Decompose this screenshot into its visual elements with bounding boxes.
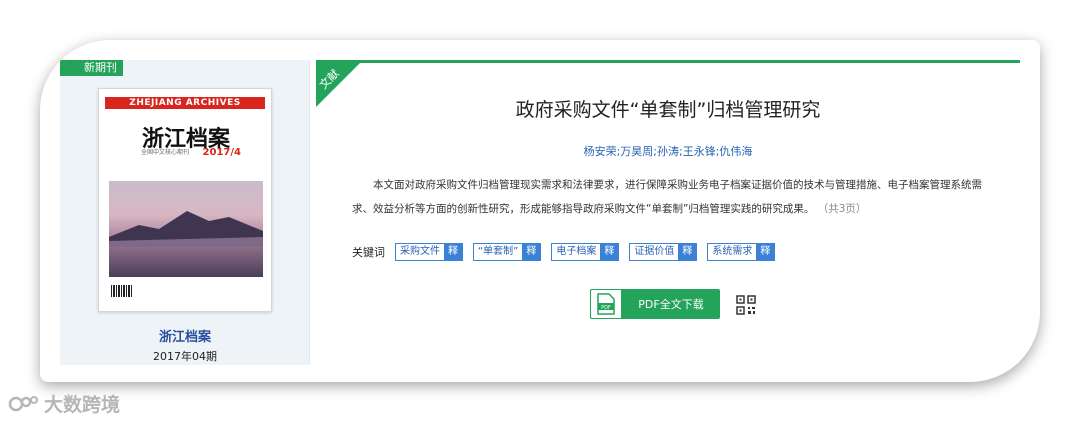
keyword-tag[interactable]: 采购文件 释 (395, 243, 463, 261)
abstract: 本文面对政府采购文件归档管理现实需求和法律要求，进行保障采购业务电子档案证据价值… (352, 173, 988, 221)
barcode (111, 285, 133, 297)
keyword-text[interactable]: 系统需求 (708, 244, 756, 260)
keyword-explain-button[interactable]: 释 (444, 244, 462, 260)
mountain-image (109, 211, 263, 247)
keyword-text[interactable]: 电子档案 (552, 244, 600, 260)
cover-subtitle: 全国中文核心期刊 (141, 149, 190, 156)
qr-code-icon[interactable] (736, 295, 756, 315)
watermark-text: 大数跨境 (44, 394, 121, 416)
pdf-icon-text: PDF (601, 305, 611, 311)
journal-cover[interactable]: ZHEJIANG ARCHIVES 浙江档案 全国中文核心期刊 2017/4 (98, 88, 272, 312)
keywords-label: 关键词 (352, 246, 385, 259)
pdf-download-button[interactable]: PDF PDF全文下载 (590, 289, 720, 319)
keyword-explain-button[interactable]: 释 (600, 244, 619, 260)
article-panel: 文献 政府采购文件“单套制”归档管理研究 杨安荣;万昊周;孙涛;王永锋;仇伟海 … (316, 60, 1020, 365)
watermark-logo-icon (8, 395, 38, 411)
journal-name-link[interactable]: 浙江档案 (60, 326, 310, 345)
new-journal-tag: 新期刊 (60, 60, 123, 76)
keyword-tag[interactable]: 系统需求 释 (707, 243, 776, 261)
keyword-explain-button[interactable]: 释 (678, 244, 697, 260)
keyword-text[interactable]: “单套制” (474, 244, 522, 260)
journal-issue: 2017年04期 (153, 350, 217, 363)
watermark: 大数跨境 (8, 390, 120, 417)
keyword-text[interactable]: 采购文件 (396, 244, 444, 260)
pdf-file-icon: PDF (590, 289, 622, 319)
keyword-tag[interactable]: 证据价值 释 (629, 243, 698, 261)
article-title: 政府采购文件“单套制”归档管理研究 (515, 99, 821, 121)
keywords-row: 关键词 采购文件 释 “单套制” 释 电子档案 释 证据价值 释 系统需求 释 (352, 243, 776, 261)
keyword-explain-button[interactable]: 释 (756, 244, 775, 260)
keyword-explain-button[interactable]: 释 (522, 244, 541, 260)
cover-band: ZHEJIANG ARCHIVES (105, 97, 265, 109)
abstract-text: 本文面对政府采购文件归档管理现实需求和法律要求，进行保障采购业务电子档案证据价值… (352, 179, 982, 215)
keyword-tag[interactable]: 电子档案 释 (551, 243, 620, 261)
keyword-tag[interactable]: “单套制” 释 (473, 243, 542, 261)
keyword-text[interactable]: 证据价值 (630, 244, 678, 260)
journal-panel: 新期刊 ZHEJIANG ARCHIVES 浙江档案 全国中文核心期刊 2017… (60, 60, 310, 365)
download-label[interactable]: PDF全文下载 (622, 296, 720, 312)
page-count: （共3页） (817, 203, 867, 215)
cover-issue: 2017/4 (202, 147, 241, 158)
authors-links[interactable]: 杨安荣;万昊周;孙涛;王永锋;仇伟海 (316, 143, 1020, 159)
article-card: 新期刊 ZHEJIANG ARCHIVES 浙江档案 全国中文核心期刊 2017… (40, 40, 1040, 382)
